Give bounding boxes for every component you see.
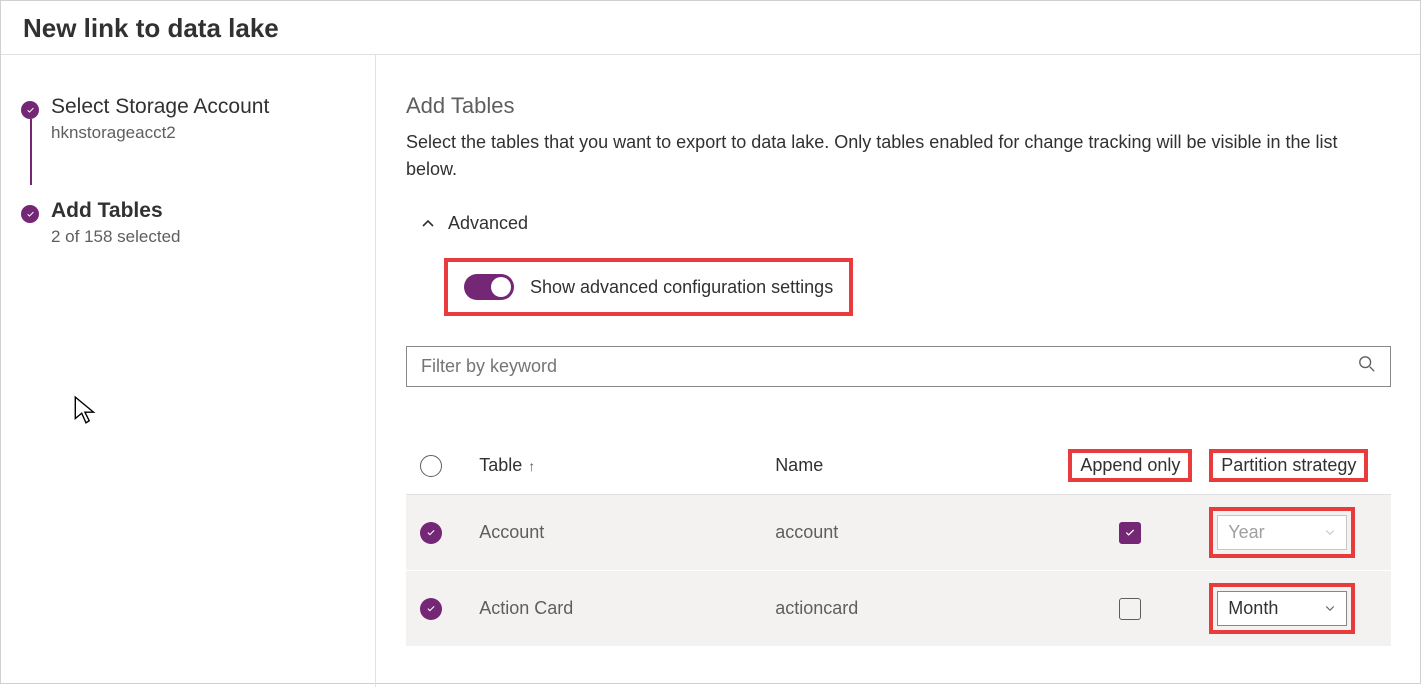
check-icon [21, 101, 39, 119]
step-connector [30, 119, 32, 185]
page-title: New link to data lake [23, 13, 1398, 44]
step-title: Select Storage Account [51, 95, 269, 119]
show-advanced-toggle[interactable] [464, 274, 514, 300]
advanced-toggle-header[interactable]: Advanced [420, 213, 1402, 234]
cell-table: Account [479, 522, 775, 543]
check-icon [21, 205, 39, 223]
partition-value: Year [1228, 522, 1264, 543]
step-title: Add Tables [51, 199, 180, 223]
column-header-partition[interactable]: Partition strategy [1209, 449, 1377, 482]
cell-name: account [775, 522, 1051, 543]
filter-keyword-input-wrapper[interactable] [406, 346, 1391, 387]
column-header-table[interactable]: Table ↑ [479, 455, 775, 476]
step-subtitle: hknstorageacct2 [51, 123, 269, 143]
column-header-table-label: Table [479, 455, 522, 476]
section-description: Select the tables that you want to expor… [406, 129, 1386, 183]
tables-grid: Table ↑ Name Append only Partition strate… [406, 437, 1391, 647]
column-header-append[interactable]: Append only [1051, 449, 1209, 482]
page-header: New link to data lake [1, 1, 1420, 55]
highlight-partition-dd: Month [1209, 583, 1355, 634]
column-header-name[interactable]: Name [775, 455, 1051, 476]
chevron-down-icon [1324, 598, 1336, 619]
row-select-checkbox[interactable] [420, 598, 442, 620]
partition-strategy-dropdown[interactable]: Year [1217, 515, 1347, 550]
select-all-checkbox[interactable] [420, 455, 442, 477]
highlight-partition-header: Partition strategy [1209, 449, 1368, 482]
step-add-tables[interactable]: Add Tables 2 of 158 selected [21, 199, 355, 247]
table-row[interactable]: Account account Year [406, 495, 1391, 571]
chevron-up-icon [420, 216, 436, 232]
cell-name: actioncard [775, 598, 1051, 619]
chevron-down-icon [1324, 522, 1336, 543]
filter-keyword-input[interactable] [421, 356, 1358, 377]
sort-asc-icon: ↑ [528, 458, 535, 474]
partition-value: Month [1228, 598, 1278, 619]
main-panel: Add Tables Select the tables that you wa… [376, 55, 1420, 687]
cell-table: Action Card [479, 598, 775, 619]
search-icon [1358, 355, 1376, 378]
table-header: Table ↑ Name Append only Partition strate… [406, 437, 1391, 495]
partition-strategy-dropdown[interactable]: Month [1217, 591, 1347, 626]
cursor-icon [73, 395, 99, 430]
wizard-sidebar: Select Storage Account hknstorageacct2 A… [1, 55, 376, 687]
section-title: Add Tables [406, 93, 1402, 119]
advanced-label: Advanced [448, 213, 528, 234]
highlight-advanced-toggle: Show advanced configuration settings [444, 258, 853, 316]
append-only-checkbox[interactable] [1119, 598, 1141, 620]
table-row[interactable]: Action Card actioncard Month [406, 571, 1391, 647]
step-subtitle: 2 of 158 selected [51, 227, 180, 247]
show-advanced-toggle-label: Show advanced configuration settings [530, 277, 833, 298]
highlight-partition-dd: Year [1209, 507, 1355, 558]
step-select-storage[interactable]: Select Storage Account hknstorageacct2 [21, 95, 355, 143]
highlight-append-header: Append only [1068, 449, 1192, 482]
append-only-checkbox[interactable] [1119, 522, 1141, 544]
row-select-checkbox[interactable] [420, 522, 442, 544]
